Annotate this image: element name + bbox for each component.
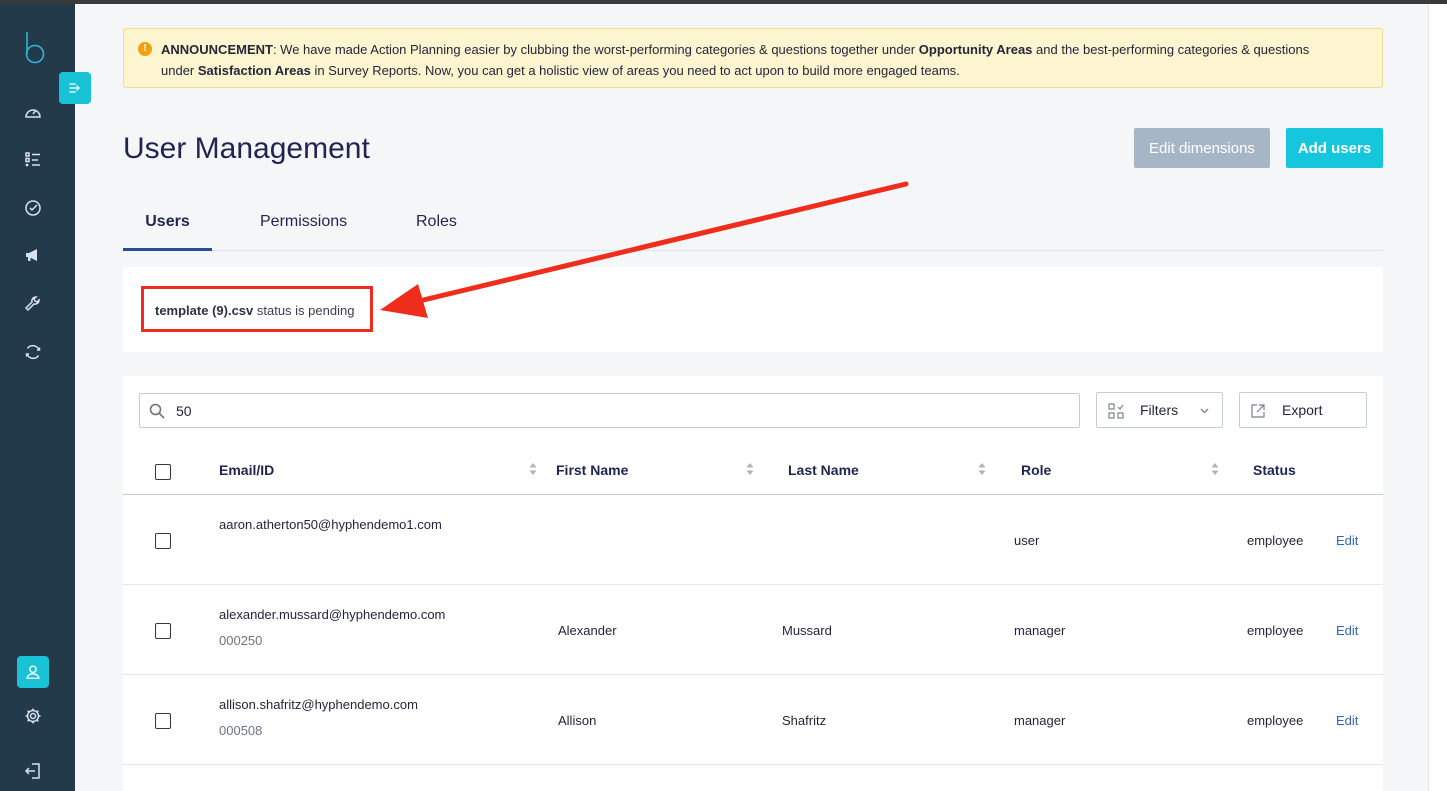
user-role: manager <box>1014 713 1066 728</box>
sidebar <box>0 4 75 791</box>
user-first-name: Alexander <box>558 623 617 638</box>
edit-user-link[interactable]: Edit <box>1336 623 1358 638</box>
search-input[interactable] <box>176 401 1056 421</box>
announcement-text: in Survey Reports. Now, you can get a ho… <box>310 63 960 78</box>
export-label: Export <box>1282 402 1323 418</box>
search-box <box>139 393 1080 428</box>
column-header-role[interactable]: Role <box>1021 462 1051 478</box>
edit-user-link[interactable]: Edit <box>1336 533 1358 548</box>
user-role: user <box>1014 533 1040 548</box>
megaphone-icon[interactable] <box>22 244 44 266</box>
annotation-highlight-box <box>141 286 373 332</box>
row-checkbox[interactable] <box>155 623 171 639</box>
tab-roles[interactable]: Roles <box>416 213 457 251</box>
select-all-checkbox[interactable] <box>155 464 171 480</box>
main-content: ! ANNOUNCEMENT: We have made Action Plan… <box>75 4 1428 791</box>
user-status: employee <box>1247 623 1304 638</box>
row-checkbox[interactable] <box>155 533 171 549</box>
user-email: allison.shafritz@hyphendemo.com <box>219 697 418 712</box>
column-header-email[interactable]: Email/ID <box>219 462 274 478</box>
expand-sidebar-button[interactable] <box>59 72 91 104</box>
filter-grid-icon <box>1108 403 1124 419</box>
user-id: 000250 <box>219 633 263 648</box>
edit-dimensions-button[interactable]: Edit dimensions <box>1134 128 1270 168</box>
filters-dropdown[interactable]: Filters <box>1096 392 1223 428</box>
add-users-button[interactable]: Add users <box>1286 128 1383 168</box>
announcement-satisfaction-areas: Satisfaction Areas <box>197 63 311 78</box>
row-checkbox[interactable] <box>155 713 171 729</box>
sort-icon[interactable] <box>1211 462 1219 476</box>
refresh-icon[interactable] <box>22 341 44 363</box>
user-last-name: Shafritz <box>782 713 827 728</box>
table-header: Email/ID First Name Last Name Role Statu… <box>123 444 1383 495</box>
export-icon <box>1251 404 1265 418</box>
user-id: 000508 <box>219 723 263 738</box>
brand-logo[interactable] <box>20 30 50 66</box>
table-row[interactable]: aaron.atherton50@hyphendemo1.com user em… <box>123 495 1383 585</box>
user-last-name: Mussard <box>782 623 832 638</box>
filters-label: Filters <box>1140 402 1179 418</box>
check-circle-icon[interactable] <box>22 197 44 219</box>
scrollbar-track[interactable] <box>1428 4 1447 791</box>
user-status: employee <box>1247 533 1304 548</box>
user-first-name: Allison <box>558 713 597 728</box>
announcement-text: : We have made Action Planning easier by… <box>272 42 919 57</box>
table-row[interactable]: alexander.mussard@hyphendemo.com 000250 … <box>123 585 1383 675</box>
announcement-opportunity-areas: Opportunity Areas <box>918 42 1033 57</box>
sort-icon[interactable] <box>529 462 537 476</box>
user-email: aaron.atherton50@hyphendemo1.com <box>219 517 442 532</box>
tab-bar: Users Permissions Roles <box>123 200 1383 251</box>
user-icon <box>26 665 40 679</box>
announcement-label: ANNOUNCEMENT <box>161 42 273 57</box>
announcement-banner: ! ANNOUNCEMENT: We have made Action Plan… <box>123 28 1383 88</box>
users-table-card: Filters Export Email/ID First Name Last … <box>123 376 1383 791</box>
sort-icon[interactable] <box>978 462 986 476</box>
column-header-status[interactable]: Status <box>1253 462 1296 478</box>
wrench-icon[interactable] <box>22 293 44 315</box>
user-status: employee <box>1247 713 1304 728</box>
user-email: alexander.mussard@hyphendemo.com <box>219 607 446 622</box>
expand-icon <box>69 83 80 93</box>
page-title: User Management <box>123 132 370 165</box>
user-management-nav-item[interactable] <box>17 656 49 688</box>
user-role: manager <box>1014 623 1066 638</box>
export-button[interactable]: Export <box>1239 392 1367 428</box>
chevron-down-icon <box>1200 408 1209 414</box>
warning-icon: ! <box>138 42 152 56</box>
settings-icon[interactable] <box>22 705 44 727</box>
checklist-icon[interactable] <box>22 149 44 171</box>
column-header-first-name[interactable]: First Name <box>556 462 628 478</box>
table-row[interactable]: allison.shafritz@hyphendemo.com 000508 A… <box>123 675 1383 765</box>
sort-icon[interactable] <box>746 462 754 476</box>
edit-user-link[interactable]: Edit <box>1336 713 1358 728</box>
tab-users[interactable]: Users <box>123 213 212 251</box>
column-header-last-name[interactable]: Last Name <box>788 462 859 478</box>
logout-icon[interactable] <box>22 760 44 782</box>
dashboard-icon[interactable] <box>22 102 44 124</box>
tab-permissions[interactable]: Permissions <box>260 213 347 251</box>
search-icon <box>149 403 165 419</box>
